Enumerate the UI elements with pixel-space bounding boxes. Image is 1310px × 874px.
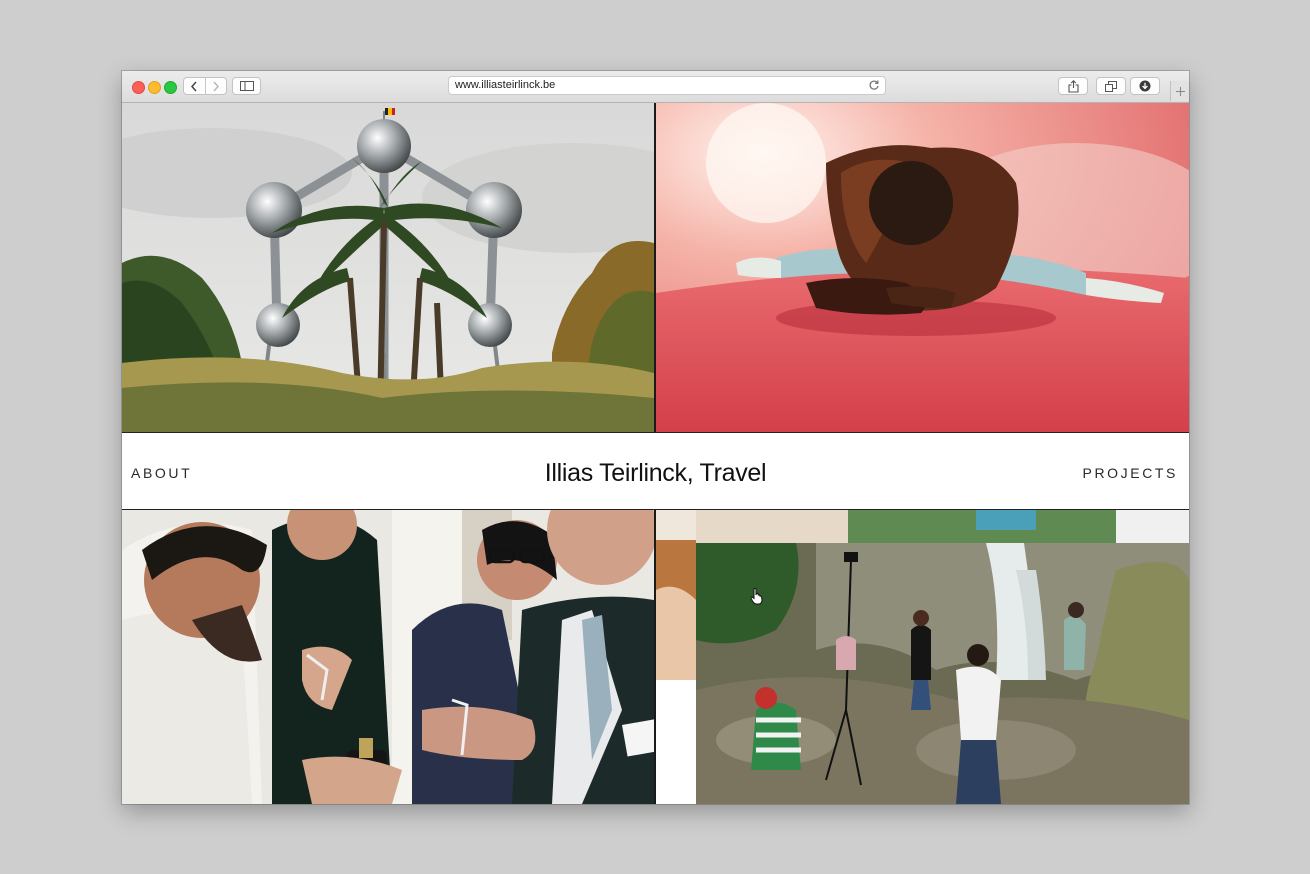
photo-dancer[interactable] (656, 103, 1189, 432)
chevron-right-icon (213, 81, 219, 91)
close-window-button[interactable] (132, 81, 145, 94)
hand-cursor-icon (750, 588, 763, 605)
show-tabs-button[interactable] (1096, 77, 1126, 95)
header-rule-top (122, 432, 1189, 433)
back-button[interactable] (184, 78, 205, 94)
forward-button[interactable] (206, 78, 227, 94)
download-icon (1139, 80, 1151, 92)
grid-divider-lower (654, 510, 656, 804)
grid-divider (654, 103, 656, 432)
plus-icon (1176, 86, 1185, 96)
browser-toolbar: www.illiasteirlinck.be (122, 71, 1189, 103)
photo-reception[interactable] (122, 510, 654, 804)
photo-waterfall[interactable] (656, 510, 1189, 804)
address-bar[interactable]: www.illiasteirlinck.be (448, 76, 886, 95)
tabs-icon (1105, 80, 1117, 92)
projects-link[interactable]: PROJECTS (1083, 465, 1178, 481)
url-text: www.illiasteirlinck.be (455, 79, 556, 91)
share-icon (1067, 79, 1079, 93)
sidebar-button[interactable] (232, 77, 261, 95)
reload-icon[interactable] (868, 79, 880, 91)
new-tab-button[interactable] (1170, 81, 1189, 101)
zoom-window-button[interactable] (164, 81, 177, 94)
share-button[interactable] (1058, 77, 1088, 95)
browser-window: www.illiasteirlinck.be ABOUT Illias Teir… (122, 71, 1189, 804)
photo-atomium[interactable] (122, 103, 654, 432)
web-page: ABOUT Illias Teirlinck, Travel PROJECTS (122, 103, 1189, 804)
history-nav (183, 77, 227, 95)
chevron-left-icon (191, 81, 197, 91)
downloads-button[interactable] (1130, 77, 1160, 95)
sidebar-icon (239, 81, 254, 91)
site-title: Illias Teirlinck, Travel (544, 459, 767, 487)
minimize-window-button[interactable] (148, 81, 161, 94)
